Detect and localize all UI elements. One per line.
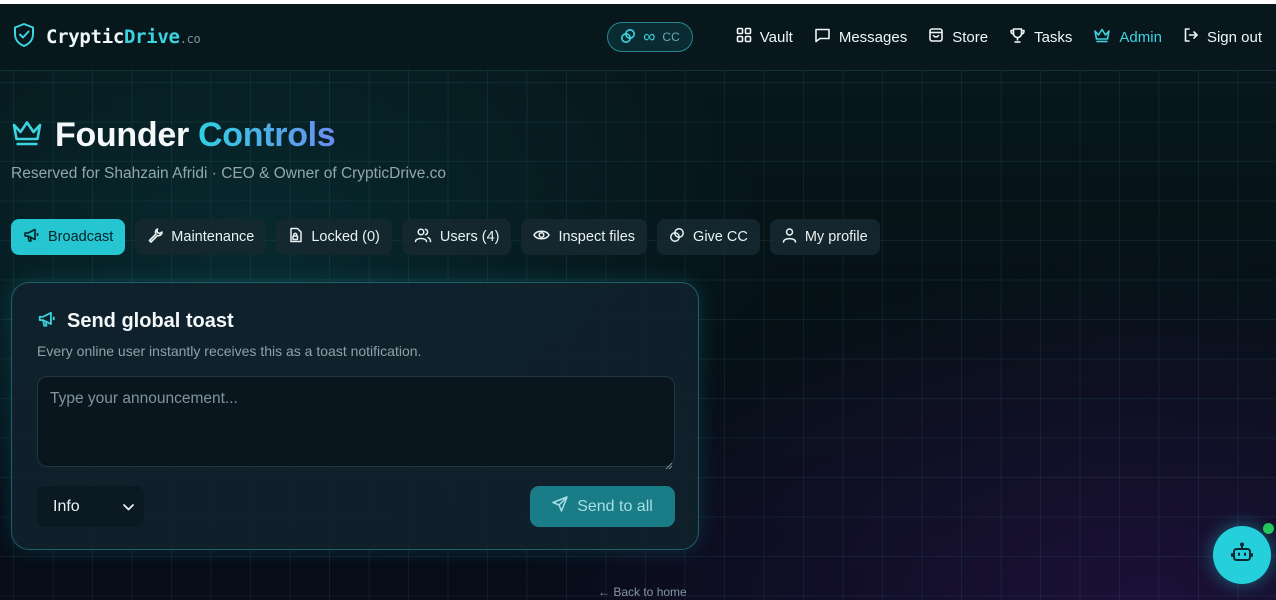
crown-icon <box>11 119 43 152</box>
back-to-home-link[interactable]: ← Back to home <box>598 585 687 599</box>
tab-maintenance[interactable]: Maintenance <box>135 219 267 255</box>
brand-tld: .co <box>179 32 201 46</box>
tab-broadcast-label: Broadcast <box>48 229 114 245</box>
page-title-main: Founder <box>55 116 189 154</box>
broadcast-title: Send global toast <box>67 310 234 332</box>
tab-maintenance-label: Maintenance <box>171 229 255 245</box>
robot-icon <box>1230 541 1254 570</box>
tab-broadcast[interactable]: Broadcast <box>11 219 126 255</box>
bag-icon <box>928 27 944 47</box>
broadcast-card: Send global toast Every online user inst… <box>11 282 699 550</box>
tab-locked[interactable]: Locked (0) <box>276 219 392 255</box>
tab-inspect-files[interactable]: Inspect files <box>521 219 648 255</box>
nav-admin-label: Admin <box>1119 28 1162 46</box>
level-select-value: Info <box>53 497 80 515</box>
credits-unit: CC <box>662 30 680 44</box>
nav-links: ∞ CC Vault Messages Store Tasks Admin Si… <box>607 22 1262 52</box>
megaphone-icon <box>37 310 57 333</box>
page-subtitle: Reserved for Shahzain Afridi · CEO & Own… <box>11 165 447 182</box>
megaphone-icon <box>23 227 40 247</box>
resize-handle-icon[interactable] <box>665 457 673 475</box>
nav-vault-label: Vault <box>759 28 793 46</box>
nav-vault[interactable]: Vault <box>736 27 793 47</box>
wrench-icon <box>147 227 164 247</box>
send-icon <box>552 496 568 517</box>
nav-sign-out[interactable]: Sign out <box>1183 27 1262 47</box>
grid-icon <box>736 27 752 47</box>
top-border <box>0 0 1276 4</box>
online-status-dot <box>1263 523 1274 534</box>
user-icon <box>782 227 797 247</box>
lock-file-icon <box>288 227 303 247</box>
crown-icon <box>1093 27 1111 47</box>
tab-my-profile[interactable]: My profile <box>769 219 880 255</box>
nav-messages-label: Messages <box>838 28 908 46</box>
nav-store[interactable]: Store <box>928 27 988 47</box>
brand-logo[interactable]: CrypticDrive.co <box>12 22 201 53</box>
chevron-down-icon <box>123 498 134 516</box>
nav-store-label: Store <box>952 28 989 46</box>
nav-tasks-label: Tasks <box>1034 28 1073 46</box>
coins-icon <box>620 28 636 47</box>
tab-users[interactable]: Users (4) <box>401 219 512 255</box>
send-to-all-button[interactable]: Send to all <box>530 486 675 527</box>
send-to-all-label: Send to all <box>577 497 653 515</box>
page-header: Founder Controls <box>11 116 336 155</box>
page-title-accent: Controls <box>198 116 336 154</box>
shield-check-icon <box>12 22 36 53</box>
brand-name: CrypticDrive.co <box>46 26 201 48</box>
tab-users-label: Users (4) <box>439 229 500 245</box>
tab-give-cc-label: Give CC <box>693 229 748 245</box>
nav-messages[interactable]: Messages <box>814 27 907 47</box>
page-title: Founder Controls <box>55 116 336 155</box>
coins-icon <box>669 227 685 247</box>
eye-icon <box>533 228 551 246</box>
tab-inspect-files-label: Inspect files <box>558 229 636 245</box>
broadcast-card-header: Send global toast <box>37 310 234 333</box>
broadcast-description: Every online user instantly receives thi… <box>37 343 422 359</box>
credits-balance[interactable]: ∞ CC <box>607 22 693 52</box>
credits-value: ∞ <box>643 27 656 46</box>
admin-tabs: Broadcast Maintenance Locked (0) Users (… <box>11 219 880 255</box>
tab-my-profile-label: My profile <box>804 229 868 245</box>
nav-admin[interactable]: Admin <box>1093 27 1162 47</box>
assistant-bot-button[interactable] <box>1213 526 1271 584</box>
brand-name-part2: Drive <box>123 26 180 48</box>
nav-sign-out-label: Sign out <box>1206 28 1262 46</box>
tab-locked-label: Locked (0) <box>311 229 380 245</box>
tab-give-cc[interactable]: Give CC <box>657 219 760 255</box>
announcement-input[interactable] <box>37 376 675 467</box>
message-icon <box>814 27 831 47</box>
nav-tasks[interactable]: Tasks <box>1009 27 1072 48</box>
top-navbar: CrypticDrive.co ∞ CC Vault Messages Stor… <box>0 4 1276 71</box>
level-select[interactable]: Info <box>37 486 144 527</box>
sign-out-icon <box>1183 27 1199 47</box>
users-icon <box>414 227 432 247</box>
brand-name-part1: Cryptic <box>46 26 124 48</box>
trophy-icon <box>1009 27 1026 48</box>
